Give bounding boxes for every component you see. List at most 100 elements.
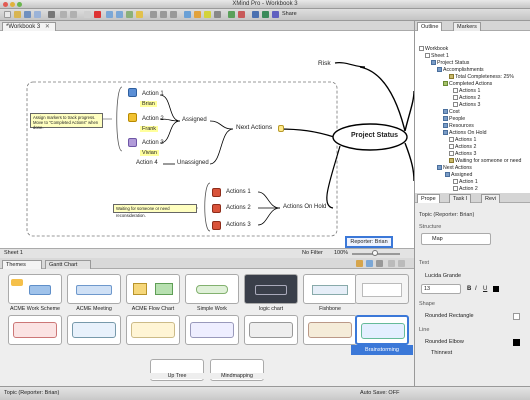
topic-risk[interactable]: Risk xyxy=(318,60,331,67)
theme-thumb[interactable] xyxy=(126,315,180,345)
print-icon[interactable] xyxy=(48,11,55,18)
tab-task-info[interactable]: Task I xyxy=(449,194,472,203)
tab-revisions[interactable]: Revi xyxy=(481,194,501,203)
subtopic-icon[interactable] xyxy=(116,11,123,18)
outline-item[interactable]: Waiting for someone or need xyxy=(449,158,521,164)
topic-action-4[interactable]: Action 4 xyxy=(136,160,158,166)
topic-hold-actions-3[interactable]: Actions 3 xyxy=(226,222,251,228)
outline-item[interactable]: Action 2 xyxy=(453,186,478,192)
tab-workbook[interactable]: *Workbook 3 ✕ xyxy=(2,22,56,31)
save-as-icon[interactable] xyxy=(34,11,41,18)
topic-action-3[interactable]: Action 3 xyxy=(142,140,164,146)
tab-outline[interactable]: Outline xyxy=(417,22,443,31)
italic-icon[interactable]: I xyxy=(475,286,477,292)
minimize-panel-icon[interactable] xyxy=(388,260,395,267)
line-thickness-select[interactable]: Thinnest xyxy=(431,350,452,356)
share-icon[interactable] xyxy=(272,11,279,18)
undo-icon[interactable] xyxy=(60,11,67,18)
topic-action-1[interactable]: Action 1 xyxy=(142,91,164,97)
tab-markers[interactable]: Markers xyxy=(453,22,481,31)
close-tab-icon[interactable]: ✕ xyxy=(45,24,50,30)
summary-icon[interactable] xyxy=(170,11,177,18)
font-size-select[interactable]: 13 xyxy=(421,284,461,294)
line-shape-select[interactable]: Rounded Elbow xyxy=(425,339,464,345)
outline-item[interactable]: Accomplishments xyxy=(437,67,484,73)
text-color-icon[interactable] xyxy=(493,286,499,292)
share-label[interactable]: Share xyxy=(282,11,297,17)
drill-down-icon[interactable] xyxy=(228,11,235,18)
font-family-select[interactable]: Lucida Grande xyxy=(425,273,461,279)
outline-item[interactable]: Actions 1 xyxy=(449,137,476,143)
note-callout-progress[interactable]: Assign markers to track progress. Move t… xyxy=(30,113,103,130)
zoom-slider-thumb[interactable] xyxy=(372,250,378,256)
marker-icon[interactable] xyxy=(184,11,191,18)
floating-topic-icon[interactable] xyxy=(126,11,133,18)
outline-item[interactable]: Resources xyxy=(443,123,474,129)
maximize-panel-icon[interactable] xyxy=(398,260,405,267)
theme-edit-icon[interactable] xyxy=(366,260,373,267)
cut-icon[interactable] xyxy=(84,11,91,18)
outline-item[interactable]: Actions 2 xyxy=(449,144,476,150)
redo-icon[interactable] xyxy=(70,11,77,18)
topic-next-actions[interactable]: Next Actions xyxy=(236,124,272,131)
theme-thumb[interactable] xyxy=(126,274,180,304)
outline-item[interactable]: Total Completeness: 25% xyxy=(449,74,514,80)
outline-item[interactable]: Completed Actions xyxy=(443,81,492,87)
mindmap-canvas[interactable]: Project Status Risk Next Actions Assigne… xyxy=(0,31,414,248)
theme-thumb[interactable] xyxy=(303,274,357,304)
outline-item[interactable]: Next Actions xyxy=(437,165,472,171)
floating-topic-reporter[interactable]: Reporter: Brian xyxy=(345,236,393,248)
theme-thumb[interactable] xyxy=(8,274,62,304)
boundary-icon[interactable] xyxy=(160,11,167,18)
topic-assigned[interactable]: Assigned xyxy=(182,117,207,123)
outline-item[interactable]: Workbook xyxy=(419,46,448,52)
theme-thumb-selected[interactable] xyxy=(355,315,409,345)
outline-item[interactable]: Action 1 xyxy=(453,179,478,185)
fill-color-swatch[interactable] xyxy=(513,313,520,320)
topic-hold-actions-1[interactable]: Actions 1 xyxy=(226,189,251,195)
open-icon[interactable] xyxy=(14,11,21,18)
sheet-tab[interactable]: Sheet 1 xyxy=(4,249,23,258)
outline-item[interactable]: Cost xyxy=(443,109,460,115)
outline-item[interactable]: People xyxy=(443,116,465,122)
outline-item[interactable]: Assigned xyxy=(445,172,472,178)
theme-delete-icon[interactable] xyxy=(376,260,383,267)
delete-icon[interactable] xyxy=(94,11,101,18)
minimize-window-button[interactable] xyxy=(10,2,15,7)
line-color-swatch[interactable] xyxy=(513,339,520,346)
topic-unassigned[interactable]: Unassigned xyxy=(177,160,209,166)
callout-icon[interactable] xyxy=(136,11,143,18)
theme-thumb[interactable] xyxy=(303,315,357,345)
structure-select[interactable]: Map xyxy=(421,233,491,245)
theme-thumb[interactable] xyxy=(185,274,239,304)
presentation-icon[interactable] xyxy=(262,11,269,18)
tab-themes[interactable]: Themes xyxy=(2,260,42,269)
outline-item[interactable]: Actions 1 xyxy=(453,88,480,94)
outline-item[interactable]: Actions 2 xyxy=(453,95,480,101)
topic-hold-actions-2[interactable]: Actions 2 xyxy=(226,205,251,211)
theme-thumb[interactable] xyxy=(67,315,121,345)
bold-icon[interactable]: B xyxy=(467,286,471,292)
topic-icon[interactable] xyxy=(106,11,113,18)
note-icon[interactable] xyxy=(204,11,211,18)
close-window-button[interactable] xyxy=(3,2,8,7)
outline-item[interactable]: Project Status xyxy=(431,60,469,66)
theme-thumb[interactable] xyxy=(244,315,298,345)
shape-select[interactable]: Rounded Rectangle xyxy=(425,313,474,319)
save-icon[interactable] xyxy=(24,11,31,18)
theme-thumb[interactable] xyxy=(8,315,62,345)
theme-thumb[interactable] xyxy=(244,274,298,304)
outline-item[interactable]: Actions On Hold xyxy=(443,130,486,136)
underline-icon[interactable]: U xyxy=(483,286,487,292)
zoom-value[interactable]: 100% xyxy=(334,249,348,258)
topic-action-2[interactable]: Action 2 xyxy=(142,116,164,122)
central-topic[interactable]: Project Status xyxy=(351,132,398,139)
hyperlink-icon[interactable] xyxy=(214,11,221,18)
outline-item[interactable]: Sheet 1 xyxy=(425,53,449,59)
relationship-icon[interactable] xyxy=(150,11,157,18)
text-section-header[interactable]: Text xyxy=(419,260,429,266)
image-icon[interactable] xyxy=(194,11,201,18)
theme-thumb[interactable] xyxy=(67,274,121,304)
theme-new-icon[interactable] xyxy=(356,260,363,267)
zoom-window-button[interactable] xyxy=(17,2,22,7)
